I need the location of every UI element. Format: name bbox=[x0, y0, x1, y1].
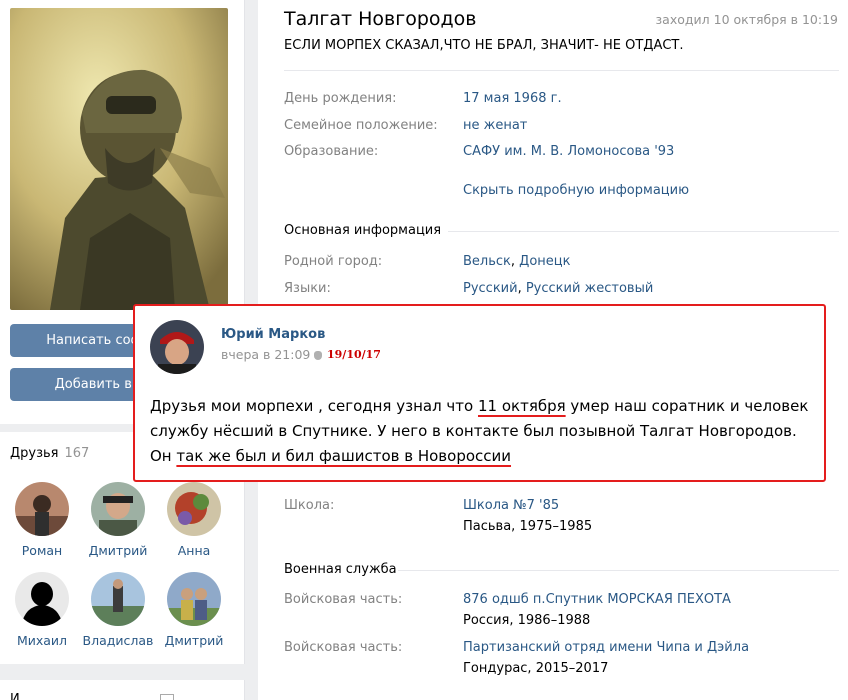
basic-info-title: Основная информация bbox=[284, 223, 442, 238]
languages-value: Русский, Русский жестовый bbox=[463, 281, 654, 296]
profile-photo[interactable] bbox=[10, 8, 228, 310]
friend-avatar bbox=[167, 482, 221, 536]
friend-item[interactable]: Роман bbox=[4, 482, 80, 558]
friend-name: Михаил bbox=[16, 633, 68, 648]
birthday-value[interactable]: 17 мая 1968 г. bbox=[463, 91, 562, 106]
friend-name: Дмитрий bbox=[164, 633, 224, 648]
friends-count: 167 bbox=[64, 446, 90, 461]
friend-item[interactable]: Владислав bbox=[80, 572, 156, 648]
friend-avatar bbox=[91, 572, 145, 626]
profile-name: Талгат Новгородов bbox=[284, 8, 477, 30]
post-text: Друзья мои морпехи , сегодня узнал что 1… bbox=[150, 394, 815, 469]
military-unit-place: Россия, 1986–1988 bbox=[463, 613, 591, 628]
military-service-title: Военная служба bbox=[284, 562, 397, 577]
friend-name: Владислав bbox=[82, 633, 154, 648]
friend-avatar bbox=[91, 482, 145, 536]
language-link[interactable]: Русский bbox=[463, 281, 518, 296]
military-unit-label: Войсковая часть: bbox=[284, 640, 403, 655]
profile-page: Написать сообщение Добавить в друзья Дру… bbox=[0, 0, 848, 700]
school-label: Школа: bbox=[284, 498, 335, 513]
education-value[interactable]: САФУ им. М. В. Ломоносова '93 bbox=[463, 144, 674, 159]
languages-label: Языки: bbox=[284, 281, 331, 296]
post-author-name[interactable]: Юрий Марков bbox=[221, 327, 325, 342]
post-time-text: вчера в 21:09 bbox=[221, 347, 311, 362]
post-time[interactable]: вчера в 21:09 bbox=[221, 347, 323, 362]
friend-avatar bbox=[15, 572, 69, 626]
school-name[interactable]: Школа №7 '85 bbox=[463, 498, 559, 513]
friend-item[interactable]: Анна bbox=[156, 482, 232, 558]
friend-avatar bbox=[167, 572, 221, 626]
friend-name: Дмитрий bbox=[88, 543, 148, 558]
hometown-label: Родной город: bbox=[284, 254, 383, 269]
divider bbox=[448, 231, 839, 232]
divider bbox=[398, 570, 839, 571]
hometown-link[interactable]: Донецк bbox=[519, 254, 570, 269]
post-text-part: Друзья мои морпехи , сегодня узнал что bbox=[150, 397, 478, 415]
post-author-avatar[interactable] bbox=[150, 320, 204, 374]
underlined-phrase: так же был и бил фашистов в Новороссии bbox=[176, 447, 512, 465]
next-block: И bbox=[0, 680, 245, 700]
friends-header[interactable]: Друзья 167 bbox=[10, 446, 89, 461]
birthday-label: День рождения: bbox=[284, 91, 397, 106]
hometown-value: Вельск, Донецк bbox=[463, 254, 571, 269]
divider bbox=[284, 70, 839, 71]
hometown-link[interactable]: Вельск bbox=[463, 254, 511, 269]
hide-details-link[interactable]: Скрыть подробную информацию bbox=[463, 183, 689, 198]
next-block-title: И bbox=[10, 692, 20, 700]
friend-name: Роман bbox=[21, 543, 63, 558]
friends-title: Друзья bbox=[10, 446, 59, 461]
marital-status-value[interactable]: не женат bbox=[463, 118, 527, 133]
friend-item[interactable]: Дмитрий bbox=[80, 482, 156, 558]
friend-item[interactable]: Дмитрий bbox=[156, 572, 232, 648]
language-link[interactable]: Русский жестовый bbox=[526, 281, 653, 296]
military-unit-label: Войсковая часть: bbox=[284, 592, 403, 607]
pencil-icon[interactable] bbox=[160, 694, 174, 700]
military-unit-name[interactable]: Партизанский отряд имени Чипа и Дэйла bbox=[463, 640, 749, 655]
last-seen: заходил 10 октября в 10:19 bbox=[655, 12, 838, 27]
underlined-date: 11 октября bbox=[477, 397, 566, 415]
highlighted-post: Юрий Марков вчера в 21:09 19/10/17 Друзь… bbox=[133, 304, 826, 482]
friend-item[interactable]: Михаил bbox=[4, 572, 80, 648]
apple-icon bbox=[314, 351, 323, 360]
military-unit-name[interactable]: 876 одшб п.Спутник МОРСКАЯ ПЕХОТА bbox=[463, 592, 731, 607]
military-unit-place: Гондурас, 2015–2017 bbox=[463, 661, 609, 676]
friend-name: Анна bbox=[177, 543, 211, 558]
date-annotation: 19/10/17 bbox=[327, 348, 381, 361]
profile-status: ЕСЛИ МОРПЕХ СКАЗАЛ,ЧТО НЕ БРАЛ, ЗНАЧИТ- … bbox=[284, 38, 684, 53]
marital-status-label: Семейное положение: bbox=[284, 118, 438, 133]
school-place: Пасьва, 1975–1985 bbox=[463, 519, 593, 534]
education-label: Образование: bbox=[284, 144, 379, 159]
friend-avatar bbox=[15, 482, 69, 536]
